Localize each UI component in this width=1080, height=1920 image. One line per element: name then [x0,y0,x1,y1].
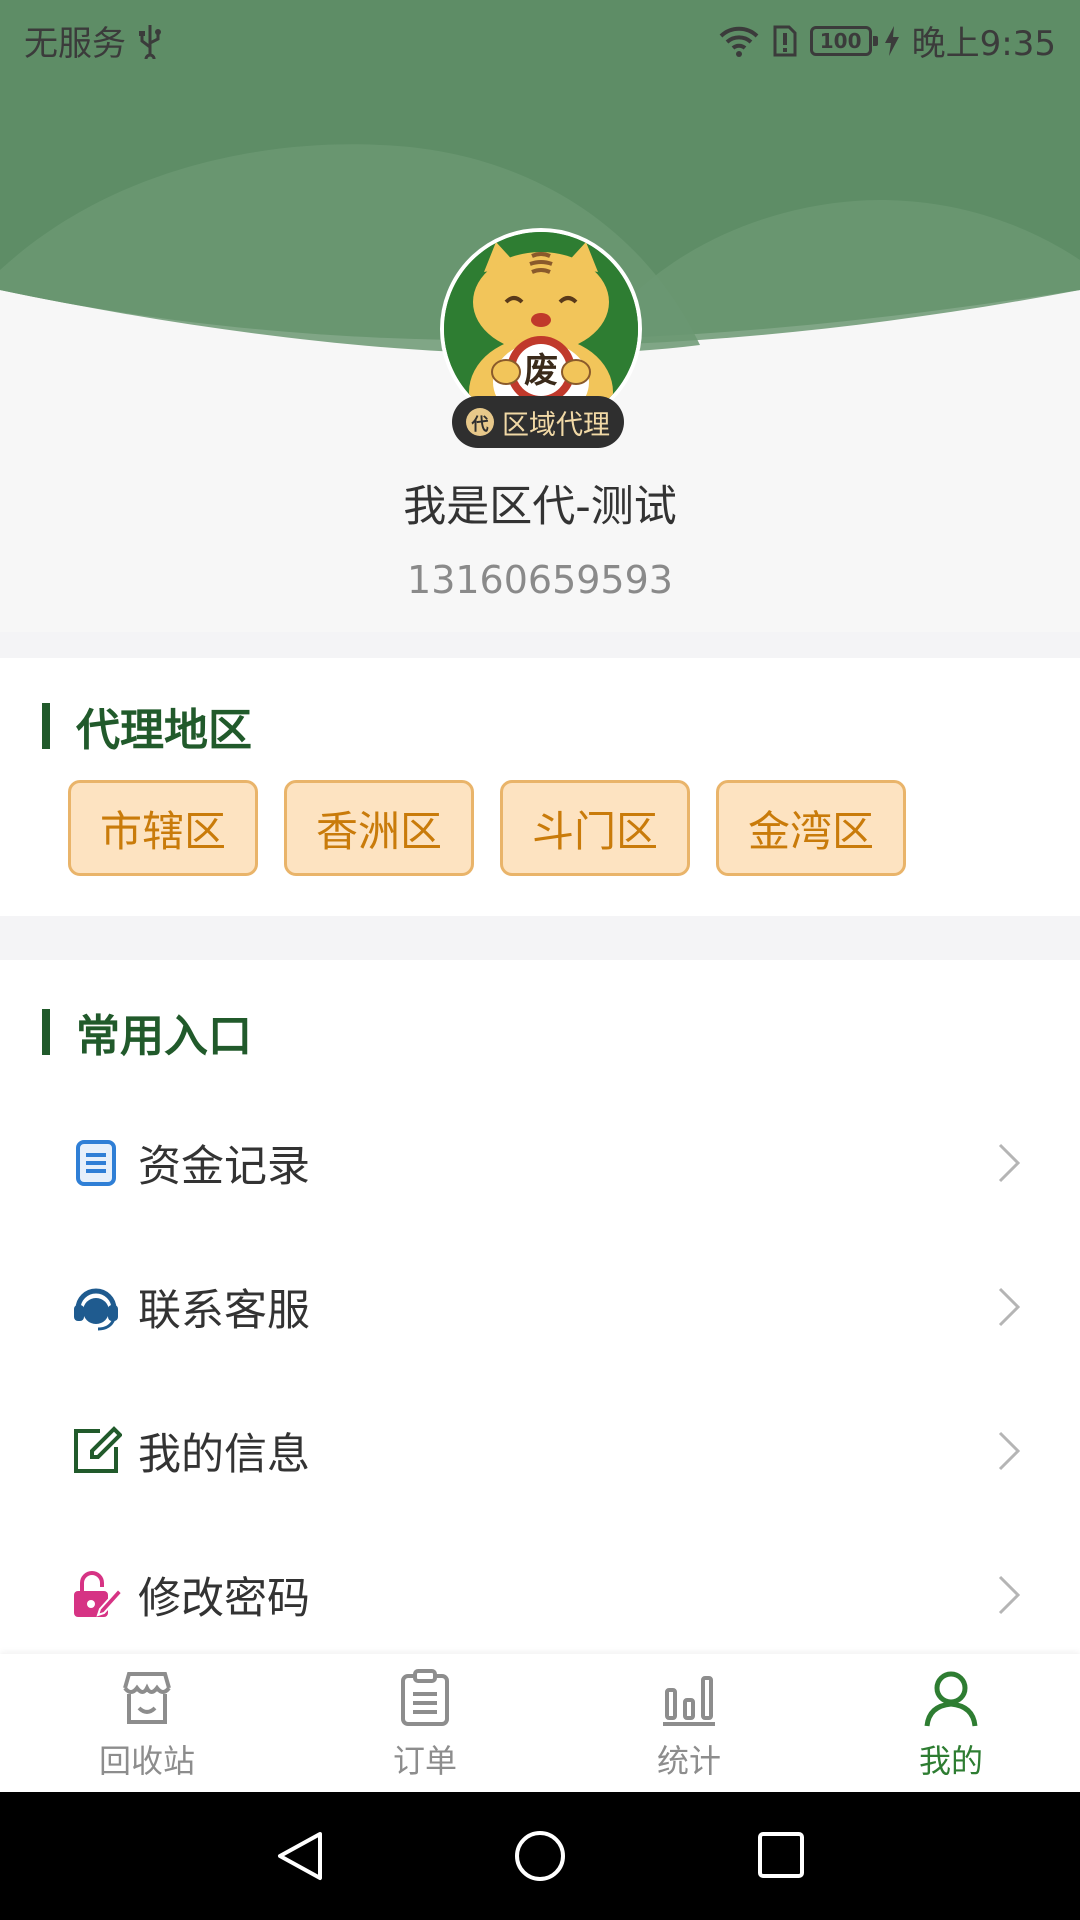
bar-chart-icon [663,1676,715,1726]
menu-item-fund-records[interactable]: 资金记录 [0,1091,1080,1235]
regions-section: 代理地区 市辖区 香洲区 斗门区 金湾区 [0,658,1080,916]
tab-statistics[interactable]: 统计 [554,1654,824,1792]
chevron-right-icon [998,1575,1021,1615]
avatar-badge-char: 废 [524,351,558,391]
lock-edit-icon [70,1569,122,1621]
store-icon [123,1672,171,1724]
menu-item-change-password[interactable]: 修改密码 [0,1523,1080,1667]
home-icon[interactable] [515,1831,565,1881]
chevron-right-icon [998,1431,1021,1471]
sim-alert-icon [773,25,797,56]
person-icon [924,1671,978,1727]
role-badge-label: 区域代理 [502,409,610,441]
clipboard-icon [401,1669,449,1726]
headset-icon [70,1281,122,1333]
region-chip[interactable]: 市辖区 [68,780,258,876]
recents-icon[interactable] [758,1832,804,1878]
system-navigation-bar [0,1792,1080,1920]
user-name: 我是区代-测试 [403,482,677,532]
battery-indicator: 100 [809,25,878,56]
menu-item-my-info[interactable]: 我的信息 [0,1379,1080,1523]
bottom-tab-bar: 回收站 订单 统计 我的 [0,1654,1080,1792]
tab-mine[interactable]: 我的 [816,1654,1080,1792]
title-accent-bar [42,1009,50,1055]
region-chip[interactable]: 金湾区 [716,780,906,876]
document-list-icon [70,1137,122,1189]
status-bar: 无服务 100 晚上9:35 [0,0,1080,76]
chevron-right-icon [998,1287,1021,1327]
tab-orders[interactable]: 订单 [290,1654,560,1792]
wifi-icon [719,26,759,57]
title-accent-bar [42,703,50,749]
region-chip[interactable]: 香洲区 [284,780,474,876]
back-icon[interactable] [278,1832,322,1880]
edit-icon [70,1425,122,1477]
charging-icon [884,25,899,56]
chevron-right-icon [998,1143,1021,1183]
region-chip-list: 市辖区 香洲区 斗门区 金湾区 [68,780,906,876]
region-chip[interactable]: 斗门区 [500,780,690,876]
tab-recycle-station[interactable]: 回收站 [12,1654,282,1792]
shortcuts-section: 常用入口 资金记录 联系客服 我的信息 修改密码 [0,960,1080,1654]
clock-text: 晚上9:35 [911,24,1056,64]
menu-item-contact-service[interactable]: 联系客服 [0,1235,1080,1379]
shortcuts-title: 常用入口 [42,1000,252,1064]
usb-icon [139,24,161,59]
carrier-text: 无服务 [24,24,126,64]
user-phone: 13160659593 [407,558,673,602]
role-badge: 代 区域代理 [452,396,624,448]
regions-title: 代理地区 [42,694,252,758]
agent-badge-icon: 代 [466,408,494,436]
